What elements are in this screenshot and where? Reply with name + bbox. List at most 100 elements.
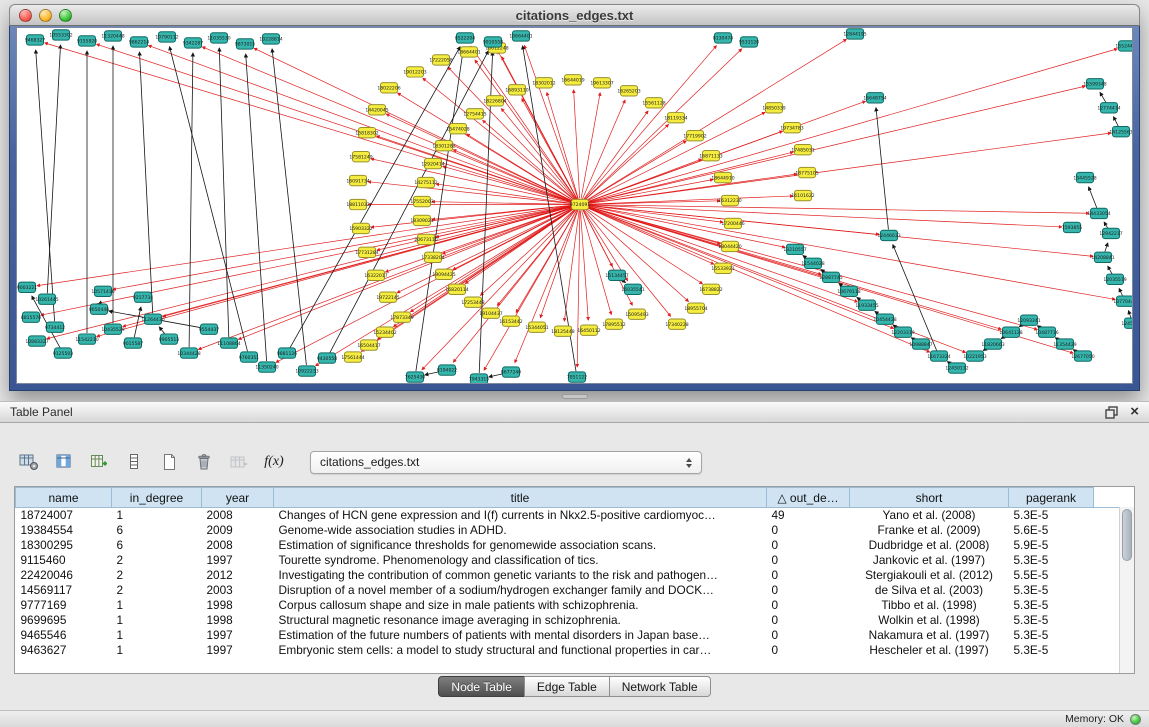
table-cell[interactable]: 0 — [767, 538, 850, 553]
network-canvas[interactable]: 9724091168931101822680412754415154740281… — [16, 27, 1133, 384]
table-cell[interactable]: Franke et al. (2009) — [850, 523, 1009, 538]
table-row[interactable]: 946554611997Estimation of the future num… — [16, 628, 1120, 643]
table-cell[interactable]: 9777169 — [16, 598, 112, 613]
table-row[interactable]: 1456911722003Disruption of a novel membe… — [16, 583, 1120, 598]
graph-node[interactable]: 10454428 — [873, 314, 896, 324]
table-cell[interactable]: Corpus callosum shape and size in male p… — [274, 598, 767, 613]
table-cell[interactable]: de Silva et al. (2003) — [850, 583, 1009, 598]
new-column-icon[interactable] — [84, 449, 114, 475]
table-cell[interactable]: Structural magnetic resonance image aver… — [274, 613, 767, 628]
table-cell[interactable]: 1997 — [202, 628, 274, 643]
graph-node[interactable]: 1593855 — [1062, 222, 1083, 232]
graph-node[interactable]: 10228814 — [259, 34, 282, 44]
graph-node[interactable]: 17561444 — [341, 352, 364, 362]
graph-node[interactable]: 15344051 — [525, 322, 548, 332]
graph-node[interactable]: 14275112 — [414, 177, 437, 187]
graph-node[interactable]: 16871133 — [699, 150, 722, 160]
graph-edge[interactable] — [202, 47, 574, 202]
graph-node[interactable]: 9155820 — [77, 36, 98, 46]
graph-node[interactable]: 11350240 — [255, 362, 278, 372]
graph-edge[interactable] — [1104, 222, 1108, 228]
graph-node[interactable]: 12093341 — [1017, 315, 1040, 325]
graph-node[interactable]: 12774414 — [1097, 103, 1120, 113]
graph-edge[interactable] — [47, 45, 60, 293]
table-cell[interactable]: 0 — [767, 553, 850, 568]
graph-node[interactable]: 10922233 — [295, 366, 318, 376]
table-cell[interactable]: Nakamura et al. (1997) — [850, 628, 1009, 643]
table-cell[interactable]: 5.3E-5 — [1009, 598, 1094, 613]
graph-node[interactable]: 11933455 — [855, 300, 878, 310]
graph-node[interactable]: 12035519 — [1103, 274, 1126, 284]
graph-edge[interactable] — [586, 205, 1062, 227]
table-cell[interactable]: 18724007 — [16, 508, 112, 523]
table-row[interactable]: 1830029562008Estimation of significance … — [16, 538, 1120, 553]
table-cell[interactable]: 0 — [767, 628, 850, 643]
table-cell[interactable]: 9465546 — [16, 628, 112, 643]
table-cell[interactable]: 5.6E-5 — [1009, 523, 1094, 538]
graph-node[interactable]: 17731284 — [355, 247, 378, 257]
delete-icon[interactable] — [189, 449, 219, 475]
table-cell[interactable]: 0 — [767, 568, 850, 583]
graph-edge[interactable] — [583, 210, 613, 267]
graph-node[interactable]: 10261445 — [35, 294, 58, 304]
table-cell[interactable]: 1 — [112, 598, 202, 613]
graph-edge[interactable] — [189, 53, 193, 347]
graph-edge[interactable] — [246, 54, 267, 361]
table-cell[interactable]: 9463627 — [16, 643, 112, 658]
table-row[interactable]: 911546021997Tourette syndrome. Phenomeno… — [16, 553, 1120, 568]
panel-divider[interactable] — [0, 391, 1149, 401]
graph-node[interactable]: 17719902 — [683, 131, 706, 141]
graph-node[interactable]: 9533120 — [739, 37, 760, 47]
table-cell[interactable]: 2003 — [202, 583, 274, 598]
graph-node[interactable]: 18022206 — [377, 83, 400, 93]
graph-node[interactable]: 9862214 — [129, 37, 150, 47]
graph-node[interactable]: 13770446 — [1113, 296, 1132, 306]
table-cell[interactable]: Tibbo et al. (1998) — [850, 598, 1009, 613]
table-cell[interactable]: 2012 — [202, 568, 274, 583]
graph-edge[interactable] — [97, 44, 575, 202]
graph-edge[interactable] — [586, 133, 1111, 204]
graph-node[interactable]: 19012203 — [403, 67, 426, 77]
graph-node[interactable]: 16504417 — [357, 340, 380, 350]
graph-node[interactable]: 11035530 — [207, 33, 230, 43]
table-cell[interactable]: 5.3E-5 — [1009, 643, 1094, 658]
graph-node[interactable]: 12459102 — [1121, 318, 1132, 328]
graph-node[interactable]: 9430558 — [317, 353, 338, 363]
graph-node[interactable]: 12203319 — [891, 327, 914, 337]
graph-node[interactable]: 11544028 — [801, 258, 824, 268]
graph-node[interactable]: 12450112 — [945, 363, 968, 373]
vertical-scrollbar[interactable] — [1119, 507, 1134, 673]
table-cell[interactable]: 1997 — [202, 553, 274, 568]
graph-edge[interactable] — [276, 207, 575, 362]
table-cell[interactable]: Genome-wide association studies in ADHD. — [274, 523, 767, 538]
graph-node[interactable]: 16644019 — [561, 75, 584, 85]
graph-node[interactable]: 18119334 — [664, 113, 687, 123]
graph-node[interactable]: 10664401 — [509, 31, 532, 41]
graph-node[interactable]: 18644910 — [711, 172, 734, 182]
table-cell[interactable]: 5.3E-5 — [1009, 553, 1094, 568]
graph-node[interactable]: 12887745 — [819, 272, 842, 282]
graph-edge[interactable] — [1119, 288, 1122, 295]
graph-node[interactable]: 18955704 — [684, 303, 707, 313]
graph-edge[interactable] — [483, 120, 576, 200]
graph-node[interactable]: 20673110 — [414, 234, 437, 244]
table-cell[interactable]: Embryonic stem cells: a model to study s… — [274, 643, 767, 658]
table-source-select[interactable]: citations_edges.txt — [310, 451, 702, 474]
graph-node[interactable]: 10679118 — [837, 286, 860, 296]
graph-edge[interactable] — [371, 159, 574, 203]
graph-edge[interactable] — [1108, 266, 1112, 274]
table-cell[interactable]: 9115460 — [16, 553, 112, 568]
graph-node[interactable]: 17873349 — [390, 312, 413, 322]
column-header-out_de[interactable]: △ out_de… — [767, 488, 850, 508]
graph-node[interactable]: 9905513 — [159, 334, 180, 344]
graph-node[interactable]: 8677240 — [501, 367, 522, 377]
rows-icon[interactable] — [119, 449, 149, 475]
new-file-icon[interactable] — [154, 449, 184, 475]
graph-edge[interactable] — [140, 52, 153, 313]
graph-node[interactable]: 9881126 — [277, 348, 298, 358]
graph-edge[interactable] — [586, 196, 793, 204]
column-header-pagerank[interactable]: pagerank — [1009, 488, 1094, 508]
tab-network-table[interactable]: Network Table — [609, 676, 711, 697]
graph-node[interactable]: 12446633 — [877, 230, 900, 240]
graph-edge[interactable] — [45, 43, 575, 203]
